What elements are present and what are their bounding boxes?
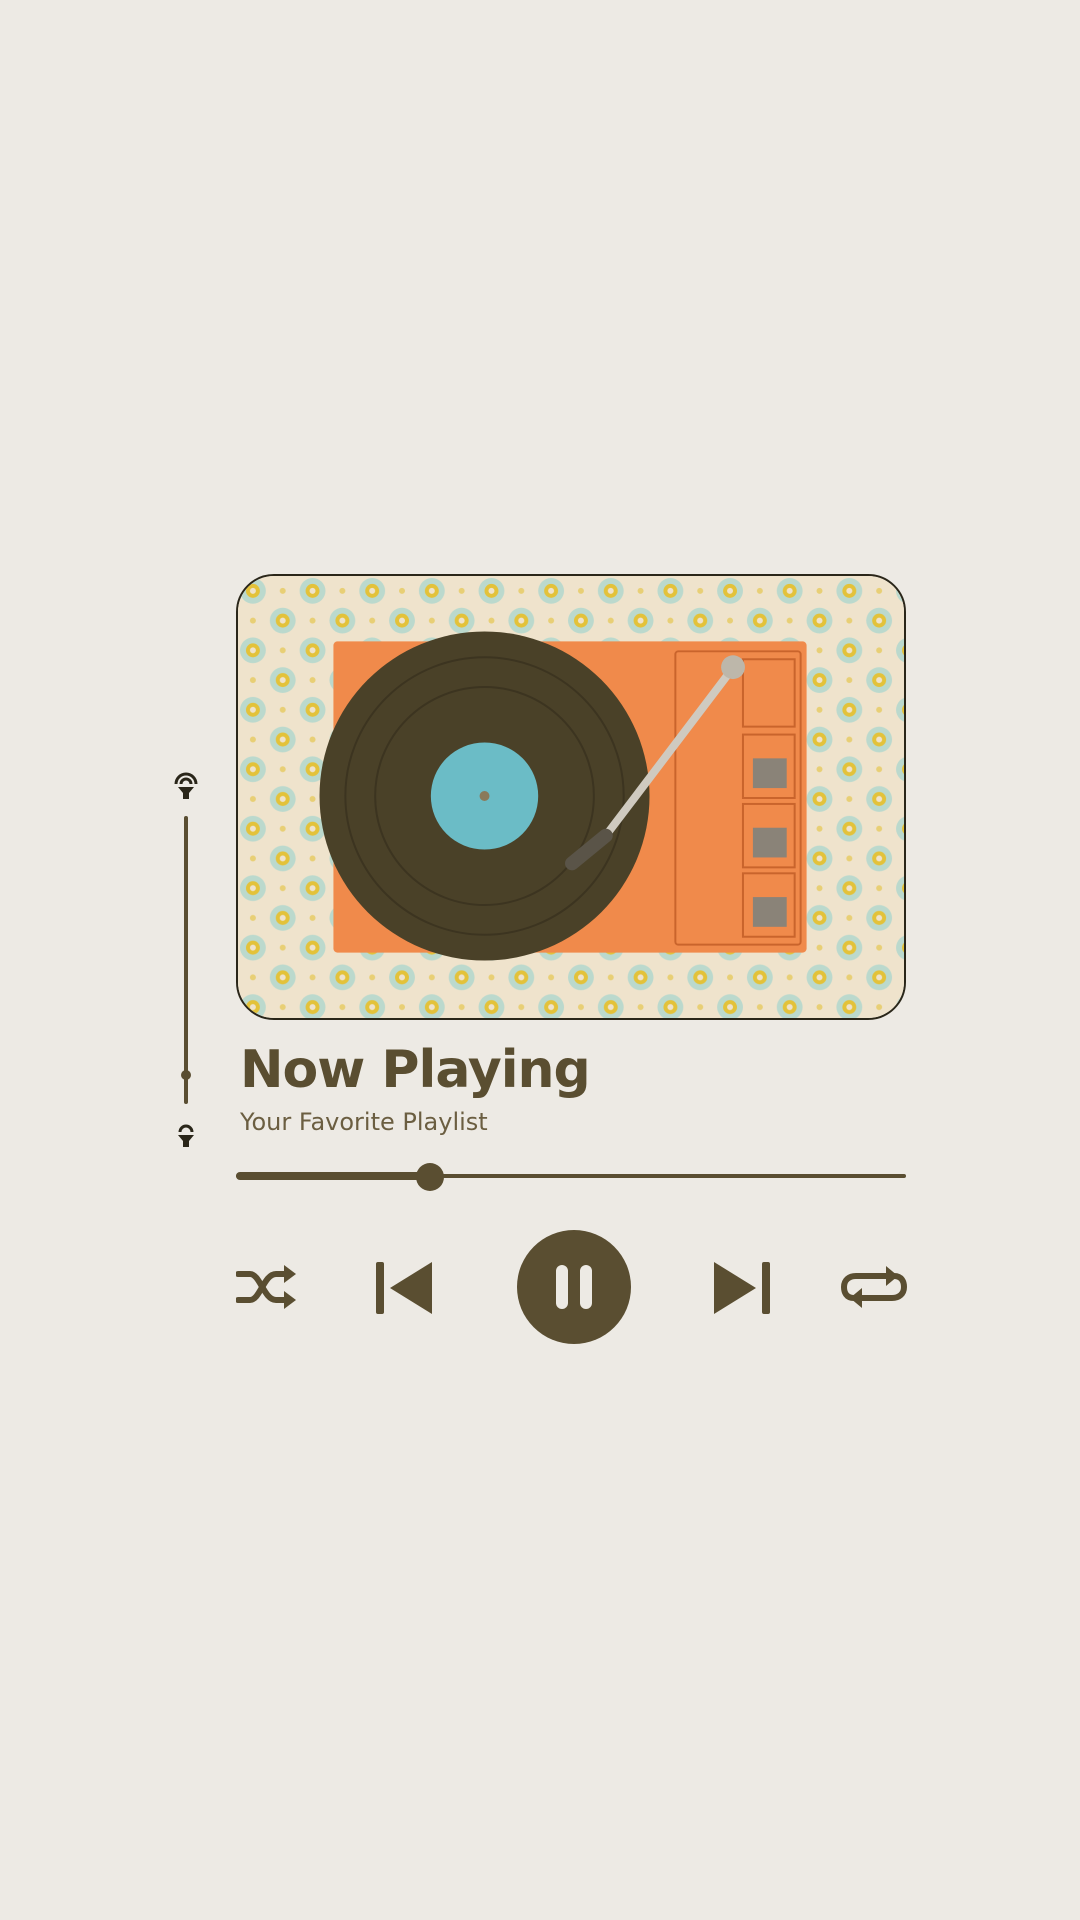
music-player: Now Playing Your Favorite Playlist [0,0,1080,1920]
speaker-loud-icon[interactable] [172,772,200,800]
shuffle-button[interactable] [236,1262,298,1312]
volume-track[interactable] [184,816,188,1104]
album-artwork [236,574,906,1020]
playlist-name: Your Favorite Playlist [240,1108,488,1136]
skip-next-icon [714,1262,770,1314]
pause-icon [517,1230,631,1344]
volume-knob[interactable] [181,1070,191,1081]
progress-bar[interactable] [236,1162,906,1192]
repeat-button[interactable] [840,1264,908,1310]
track-title: Now Playing [240,1040,591,1100]
speaker-quiet-icon[interactable] [172,1120,200,1148]
progress-filled [236,1172,431,1180]
skip-previous-icon [376,1262,432,1314]
next-button[interactable] [712,1260,770,1316]
shuffle-icon [236,1265,296,1309]
playback-controls [236,1230,908,1346]
pause-button[interactable] [517,1230,631,1344]
repeat-icon [840,1266,908,1308]
volume-slider[interactable] [166,772,206,1150]
progress-thumb[interactable] [416,1163,445,1191]
previous-button[interactable] [376,1260,434,1316]
